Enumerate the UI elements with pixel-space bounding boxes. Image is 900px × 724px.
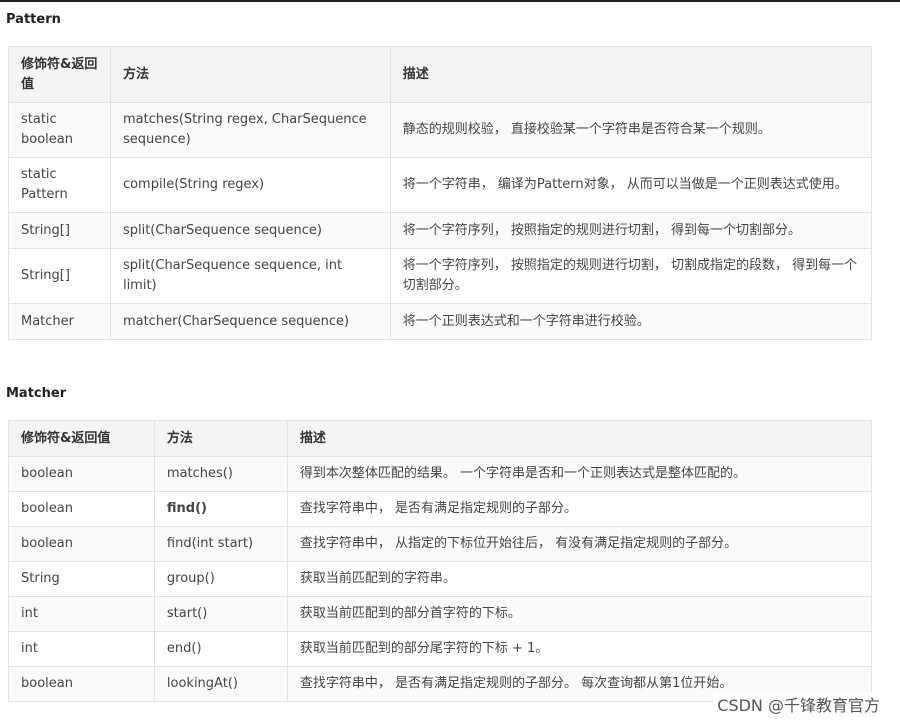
cell-modifier: String [8, 561, 155, 597]
matcher-table: 修饰符&返回值 方法 描述 boolean matches() 得到本次整体匹配… [8, 420, 873, 702]
table-row: Matcher matcher(CharSequence sequence) 将… [8, 303, 873, 340]
header-modifier: 修饰符&返回值 [8, 420, 155, 457]
table-row: int end() 获取当前匹配到的部分尾字符的下标 + 1。 [8, 631, 873, 667]
table-row: boolean find() 查找字符串中， 是否有满足指定规则的子部分。 [8, 491, 873, 527]
cell-modifier: static Pattern [8, 157, 111, 213]
table-header-row: 修饰符&返回值 方法 描述 [8, 46, 873, 103]
cell-method: compile(String regex) [109, 157, 391, 213]
top-border [0, 0, 900, 2]
cell-method: split(CharSequence sequence, int limit) [109, 248, 391, 304]
cell-method: group() [153, 561, 288, 597]
table-row: boolean find(int start) 查找字符串中， 从指定的下标位开… [8, 526, 873, 562]
table-row: String[] split(CharSequence sequence) 将一… [8, 212, 873, 249]
cell-method: matcher(CharSequence sequence) [109, 303, 391, 340]
table-row: static boolean matches(String regex, Cha… [8, 102, 873, 158]
table-row: String group() 获取当前匹配到的字符串。 [8, 561, 873, 597]
header-modifier: 修饰符&返回值 [8, 46, 111, 103]
cell-modifier: String[] [8, 212, 111, 249]
table-row: static Pattern compile(String regex) 将一个… [8, 157, 873, 213]
cell-description: 静态的规则校验， 直接校验某一个字符串是否符合某一个规则。 [389, 102, 873, 158]
cell-description: 得到本次整体匹配的结果。 一个字符串是否和一个正则表达式是整体匹配的。 [286, 456, 873, 492]
pattern-table: 修饰符&返回值 方法 描述 static boolean matches(Str… [8, 46, 873, 340]
cell-description: 获取当前匹配到的字符串。 [286, 561, 873, 597]
table-row: int start() 获取当前匹配到的部分首字符的下标。 [8, 596, 873, 632]
cell-modifier: Matcher [8, 303, 111, 340]
csdn-watermark: CSDN @千锋教育官方 [713, 692, 884, 716]
cell-modifier: int [8, 631, 155, 667]
cell-modifier: String[] [8, 248, 111, 304]
table-row: String[] split(CharSequence sequence, in… [8, 248, 873, 304]
cell-modifier: boolean [8, 456, 155, 492]
cell-description: 将一个字符序列， 按照指定的规则进行切割， 切割成指定的段数， 得到每一个切割部… [389, 248, 873, 304]
cell-method: lookingAt() [153, 666, 288, 702]
cell-method: matches() [153, 456, 288, 492]
cell-method: start() [153, 596, 288, 632]
cell-method: find(int start) [153, 526, 288, 562]
table-row: boolean matches() 得到本次整体匹配的结果。 一个字符串是否和一… [8, 456, 873, 492]
header-method: 方法 [109, 46, 391, 103]
matcher-section-title: Matcher [6, 386, 67, 401]
pattern-section-title: Pattern [6, 12, 61, 27]
cell-modifier: static boolean [8, 102, 111, 158]
cell-modifier: int [8, 596, 155, 632]
cell-description: 获取当前匹配到的部分尾字符的下标 + 1。 [286, 631, 873, 667]
table-header-row: 修饰符&返回值 方法 描述 [8, 420, 873, 457]
cell-description: 将一个字符序列， 按照指定的规则进行切割， 得到每一个切割部分。 [389, 212, 873, 249]
header-description: 描述 [286, 420, 873, 457]
cell-description: 查找字符串中， 从指定的下标位开始往后， 有没有满足指定规则的子部分。 [286, 526, 873, 562]
cell-description: 查找字符串中， 是否有满足指定规则的子部分。 [286, 491, 873, 527]
cell-modifier: boolean [8, 666, 155, 702]
cell-modifier: boolean [8, 526, 155, 562]
cell-method: split(CharSequence sequence) [109, 212, 391, 249]
cell-description: 将一个正则表达式和一个字符串进行校验。 [389, 303, 873, 340]
cell-description: 将一个字符串， 编译为Pattern对象， 从而可以当做是一个正则表达式使用。 [389, 157, 873, 213]
cell-method: end() [153, 631, 288, 667]
cell-modifier: boolean [8, 491, 155, 527]
header-method: 方法 [153, 420, 288, 457]
header-description: 描述 [389, 46, 873, 103]
cell-description: 获取当前匹配到的部分首字符的下标。 [286, 596, 873, 632]
cell-method: find() [153, 491, 288, 527]
cell-method: matches(String regex, CharSequence seque… [109, 102, 391, 158]
